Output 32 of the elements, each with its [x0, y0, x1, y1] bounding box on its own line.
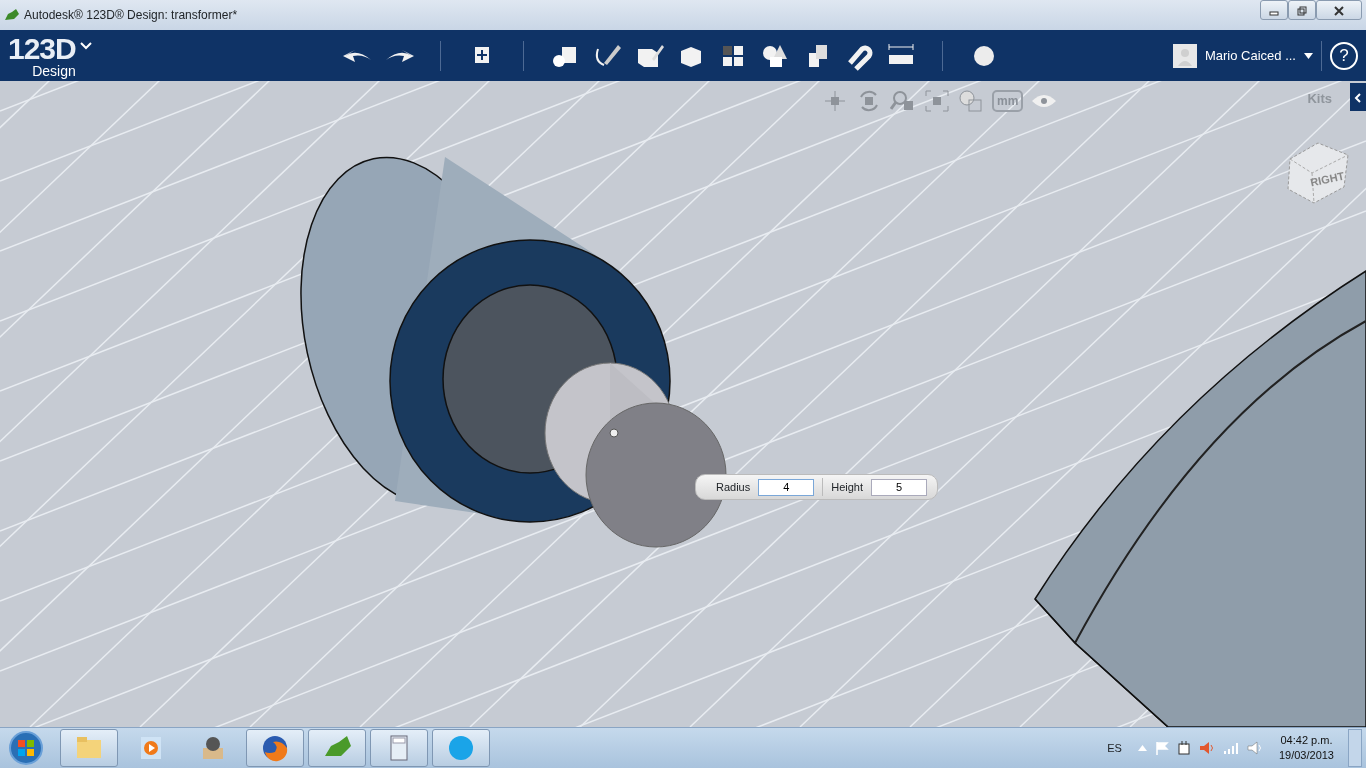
taskbar-button[interactable] — [370, 729, 428, 767]
taskbar-button[interactable] — [308, 729, 366, 767]
window-title: Autodesk® 123D® Design: transformer* — [24, 7, 238, 24]
minimize-button[interactable] — [1260, 0, 1288, 20]
number-input-field[interactable]: 5 — [871, 478, 928, 496]
restore-icon — [1297, 6, 1307, 17]
avatar-icon[interactable] — [1172, 43, 1197, 68]
taskbar-button[interactable] — [60, 729, 118, 767]
kits-panel-tab[interactable] — [1350, 83, 1366, 111]
taskbar-button[interactable] — [246, 729, 304, 767]
view-cube-face-label: RIGHT — [1309, 169, 1346, 189]
app-icon — [4, 8, 20, 22]
field-label: Height — [831, 479, 864, 495]
field-label: Radius — [716, 479, 751, 495]
fit-view-icon[interactable] — [924, 89, 950, 113]
chevron-icon — [1354, 92, 1362, 103]
close-button[interactable] — [1316, 0, 1362, 20]
language-indicator[interactable]: ES — [1107, 739, 1122, 757]
chevron-icon[interactable] — [79, 41, 92, 50]
taskbar-button[interactable] — [432, 729, 490, 767]
app-logo[interactable]: 123D — [8, 33, 76, 64]
app-logo-subtitle: Design — [32, 63, 76, 78]
restore-button[interactable] — [1288, 0, 1316, 20]
dropdown-icon[interactable] — [1304, 52, 1313, 59]
eye-icon[interactable] — [1031, 93, 1058, 109]
help-button[interactable]: ? — [1330, 41, 1358, 70]
clock-date[interactable]: 19/03/2013 — [1278, 748, 1334, 763]
close-icon — [1334, 6, 1344, 17]
user-name[interactable]: Mario Caiced ... — [1204, 45, 1296, 66]
zoom-icon[interactable] — [890, 89, 916, 113]
number-input-field[interactable]: 4 — [758, 478, 815, 496]
clock-time[interactable]: 04:42 p.m. — [1278, 733, 1334, 748]
